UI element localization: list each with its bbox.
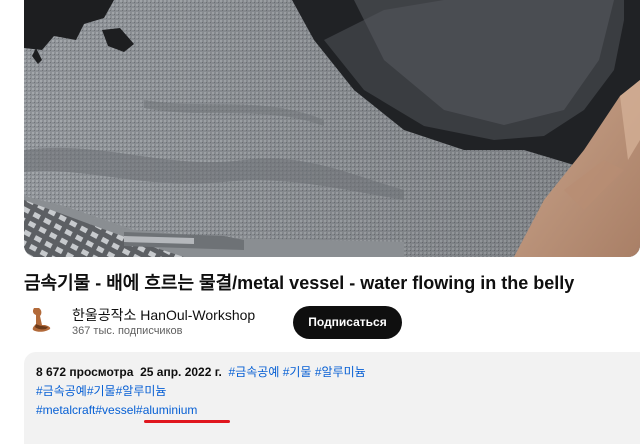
hashtag-link[interactable]: #기물 bbox=[87, 384, 116, 398]
hashtag-link[interactable]: #vessel bbox=[95, 403, 136, 417]
channel-name[interactable]: 한울공작소 HanOul-Workshop bbox=[72, 305, 255, 325]
hashtag-line-english: #metalcraft#vessel#aluminium bbox=[36, 402, 197, 418]
hashtag-link[interactable]: #알루미늄 bbox=[116, 384, 167, 398]
meta-hashtag[interactable]: #알루미늄 bbox=[315, 365, 366, 379]
video-frame bbox=[24, 0, 640, 257]
subscriber-count: 367 тыс. подписчиков bbox=[72, 325, 183, 337]
upload-date: 25 апр. 2022 г. bbox=[140, 365, 222, 379]
video-player[interactable] bbox=[24, 0, 640, 257]
view-count: 8 672 просмотра bbox=[36, 365, 134, 379]
channel-avatar[interactable] bbox=[24, 302, 58, 336]
channel-logo-icon bbox=[24, 302, 58, 336]
description-meta: 8 672 просмотра 25 апр. 2022 г. #금속공예 #기… bbox=[36, 364, 366, 380]
red-underline-annotation bbox=[144, 420, 230, 423]
hashtag-link[interactable]: #aluminium bbox=[136, 403, 197, 417]
meta-hashtag[interactable]: #기물 bbox=[283, 365, 312, 379]
hashtag-link[interactable]: #metalcraft bbox=[36, 403, 95, 417]
meta-hashtag[interactable]: #금속공예 bbox=[229, 365, 280, 379]
video-title: 금속기물 - 배에 흐르는 물결/metal vessel - water fl… bbox=[24, 273, 575, 293]
hashtag-link[interactable]: #금속공예 bbox=[36, 384, 87, 398]
subscribe-button[interactable]: Подписаться bbox=[293, 306, 402, 339]
description-box[interactable]: 8 672 просмотра 25 апр. 2022 г. #금속공예 #기… bbox=[24, 352, 640, 444]
hashtag-line-korean: #금속공예#기물#알루미늄 bbox=[36, 383, 166, 399]
